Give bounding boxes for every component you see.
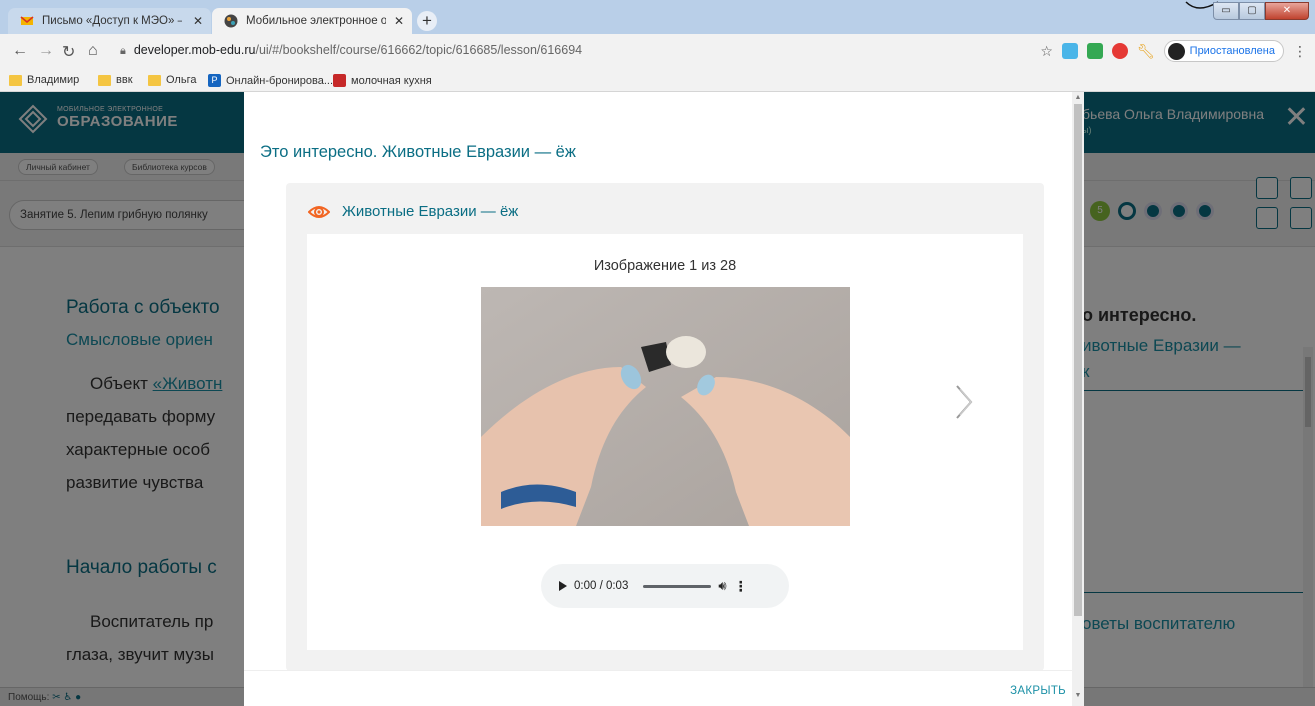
folder-icon <box>148 74 161 86</box>
extension-icon[interactable] <box>1061 43 1078 59</box>
eye-icon <box>308 205 330 218</box>
tab-close-icon[interactable]: ✕ <box>394 8 404 34</box>
bookmark-star-icon[interactable]: ☆ <box>1040 43 1053 60</box>
mail-favicon-icon <box>20 16 34 25</box>
profile-button[interactable]: Приостановлена <box>1163 40 1284 62</box>
extension-check-icon[interactable] <box>1086 43 1103 59</box>
window-close-button[interactable]: ✕ <box>1265 2 1309 20</box>
audio-player: 0:00 / 0:03 🔊︎ ⋮ <box>541 564 789 608</box>
browser-tab-strip: Письмо «Доступ к МЭО» — Ро ✕ Мобильное э… <box>0 0 1315 34</box>
tab-mail[interactable]: Письмо «Доступ к МЭО» — Ро ✕ <box>8 8 211 34</box>
lesson-photo <box>481 287 850 526</box>
audio-time: 0:00 / 0:03 <box>574 580 629 592</box>
extension-yandex-icon[interactable] <box>1111 43 1128 59</box>
tab-mob-edu[interactable]: Мобильное электронное обра ✕ <box>212 8 412 34</box>
bookmark-item[interactable]: ввк <box>98 74 133 86</box>
modal-footer: ЗАКРЫТЬ <box>244 670 1072 706</box>
kitchen-icon <box>333 74 346 87</box>
card-header: Животные Евразии — ёж <box>308 203 518 220</box>
url-path: /ui/#/bookshelf/course/616662/topic/6166… <box>255 43 583 57</box>
back-arrow-icon[interactable]: ← <box>12 42 28 60</box>
bookmark-item[interactable]: Владимир <box>9 74 79 86</box>
play-icon[interactable] <box>559 581 567 591</box>
scroll-down-icon[interactable]: ▼ <box>1074 692 1082 699</box>
tab-title: Письмо «Доступ к МЭО» — Ро <box>42 15 182 27</box>
home-icon[interactable]: ⌂ <box>88 42 98 60</box>
lock-icon: 🔒︎ <box>120 45 126 57</box>
url-host: developer.mob-edu.ru <box>133 43 256 57</box>
bookmark-label: Владимир <box>27 74 80 86</box>
card-title: Животные Евразии — ёж <box>342 203 519 220</box>
bookmarks-bar: Владимир ввк Ольга P Онлайн-бронирова... … <box>0 70 1315 92</box>
audio-more-icon[interactable]: ⋮ <box>734 578 748 595</box>
bookmark-label: молочная кухня <box>351 74 432 87</box>
bookmark-item[interactable]: молочная кухня <box>333 74 432 87</box>
media-modal: Это интересно. Животные Евразии — ёж Жив… <box>244 92 1084 706</box>
new-tab-button[interactable]: + <box>417 11 437 31</box>
window-controls: ▭ ▢ ✕ <box>1213 2 1309 20</box>
volume-icon[interactable]: 🔊︎ <box>718 578 726 594</box>
media-card: Животные Евразии — ёж Изображение 1 из 2… <box>286 183 1044 671</box>
booking-icon: P <box>208 74 221 87</box>
modal-title: Это интересно. Животные Евразии — ёж <box>260 143 576 161</box>
image-viewer: Изображение 1 из 28 0:00 / 0:03 🔊︎ ⋮ <box>307 234 1023 650</box>
browser-toolbar: ← → ↻ ⌂ 🔒︎ developer.mob-edu.ru/ui/#/book… <box>0 34 1315 70</box>
address-bar[interactable]: 🔒︎ developer.mob-edu.ru/ui/#/bookshelf/co… <box>120 43 582 58</box>
tab-close-icon[interactable]: ✕ <box>193 8 203 34</box>
profile-label: Приостановлена <box>1189 45 1275 57</box>
scroll-thumb[interactable] <box>1074 104 1082 616</box>
bookmark-item[interactable]: P Онлайн-бронирова... <box>208 74 333 87</box>
folder-icon <box>9 74 22 86</box>
bookmark-label: ввк <box>116 74 133 86</box>
menu-dots-icon[interactable]: ⋮ <box>1293 43 1307 60</box>
scroll-up-icon[interactable]: ▲ <box>1074 94 1082 101</box>
forward-arrow-icon[interactable]: → <box>38 42 54 60</box>
bookmark-label: Онлайн-бронирова... <box>226 74 334 87</box>
maximize-button[interactable]: ▢ <box>1239 2 1265 20</box>
bookmark-label: Ольга <box>166 74 197 86</box>
folder-icon <box>98 74 111 86</box>
reload-icon[interactable]: ↻ <box>62 42 75 62</box>
minimize-button[interactable]: ▭ <box>1213 2 1239 20</box>
avatar <box>1167 42 1185 60</box>
next-image-arrow-icon[interactable] <box>955 384 973 420</box>
image-counter: Изображение 1 из 28 <box>593 258 737 274</box>
modal-body: Это интересно. Животные Евразии — ёж Жив… <box>244 92 1072 706</box>
audio-seek-slider[interactable] <box>643 584 712 588</box>
site-favicon-icon <box>224 14 238 28</box>
extension-tool-icon[interactable]: 🔧︎ <box>1137 43 1155 60</box>
tab-title: Мобильное электронное обра <box>246 15 386 27</box>
bookmark-item[interactable]: Ольга <box>148 74 196 86</box>
modal-scrollbar[interactable]: ▲ ▼ <box>1072 92 1084 706</box>
close-button[interactable]: ЗАКРЫТЬ <box>1010 685 1066 697</box>
toolbar-right: ☆ 🔧︎ Приостановлена ⋮ <box>1040 40 1307 62</box>
